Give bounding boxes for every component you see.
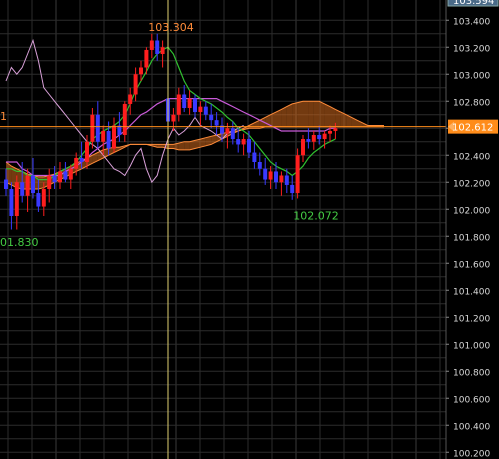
y-tick-label: 102.800 [453,98,490,108]
y-tick-label: 102.000 [453,206,490,216]
candle-body [20,182,25,196]
cloud-segment [330,106,336,127]
candle-body [31,175,35,194]
candle-body [247,139,251,153]
candle-body [295,155,300,194]
price-annotation-label: 102.072 [293,210,339,223]
candle-body [317,135,322,140]
candle-body [155,40,160,54]
candle-body [230,128,235,140]
price-annotation-label: 01.830 [0,236,39,249]
y-tick-label: 101.000 [453,341,490,351]
candle-body [144,49,149,68]
cloud-segment [303,101,309,127]
candle-body [284,175,289,185]
candle-body [306,139,311,142]
y-tick-label: 103.400 [453,17,490,27]
y-tick-label: 101.600 [453,260,490,270]
y-tick-label: 102.400 [453,152,490,162]
current-price-label: 102.612 [452,123,493,134]
candle-body [193,98,197,113]
cloud-segment [168,144,174,149]
candle-body [9,189,14,216]
candle-body [52,175,57,183]
candle-body [252,152,257,162]
candle-body [257,162,262,169]
candle-body [139,67,143,75]
cloud-segment [38,176,44,189]
cloud-segment [324,103,330,127]
candle-body [322,133,327,140]
chart-background [0,0,499,459]
y-tick-label: 102.200 [453,179,490,189]
candle-body [182,94,187,108]
cloud-segment [308,101,314,127]
candle-body [85,141,89,162]
candle-body [58,171,62,183]
y-tick-label: 101.400 [453,287,490,297]
candle-body [236,139,241,145]
y-tick-label: 101.800 [453,233,490,243]
candle-body [209,114,214,121]
candle-body [128,94,133,104]
candle-body [47,175,52,189]
candle-body [279,175,284,183]
candle-body [63,171,68,180]
cloud-segment [184,141,190,150]
candle-body [301,139,305,156]
candle-body [68,168,73,180]
candle-body [241,139,246,145]
candle-body [74,157,79,169]
candle-body [133,74,138,95]
cloud-segment [297,101,303,127]
candle-body [95,114,100,142]
candle-body [36,193,41,207]
candle-body [90,114,95,142]
candle-body [225,128,230,134]
cloud-segment [281,106,287,127]
y-tick-label: 103.000 [453,71,490,81]
candle-body [122,103,127,135]
candle-body [14,182,19,216]
y-tick-label: 100.800 [453,368,490,378]
candle-body [41,189,46,207]
candle-body [311,135,316,142]
price-annotation-label: 1 [0,110,7,123]
cloud-segment [292,102,298,127]
y-tick-label: 100.400 [453,422,490,432]
candle-body [268,171,273,180]
price-axis[interactable]: 103.400103.200103.000102.800102.600102.4… [445,0,499,459]
y-tick-label: 101.200 [453,314,490,324]
y-tick-label: 100.600 [453,395,490,405]
ichimoku-chart[interactable]: 103.304 102.072 01.830 1 103.400 103.200 103.… [0,0,499,459]
y-tick-label: 100.200 [453,449,490,459]
candle-body [101,130,106,142]
candle-body [263,168,268,180]
cloud-segment [319,101,325,127]
candle-body [328,130,332,134]
candle-body [160,47,165,54]
candle-body [187,98,192,108]
candle-body [112,125,116,149]
candle-body [176,94,181,115]
candle-body [4,179,8,189]
candle-body [171,114,176,122]
candle-body [25,175,30,196]
candle-body [290,184,295,194]
cloud-segment [313,101,320,127]
axis-panel [446,0,499,459]
price-annotation-label: 103.304 [148,21,194,34]
candle-body [333,128,338,131]
top-price-label: 103.594 [453,0,494,7]
candle-body [198,106,203,113]
cloud-segment [286,103,293,127]
candle-body [214,120,219,126]
candle-body [274,171,278,183]
y-tick-label: 103.200 [453,44,490,54]
candle-body [106,130,111,149]
candle-body [79,157,84,162]
candle-body [149,40,154,50]
candle-body [203,106,208,115]
